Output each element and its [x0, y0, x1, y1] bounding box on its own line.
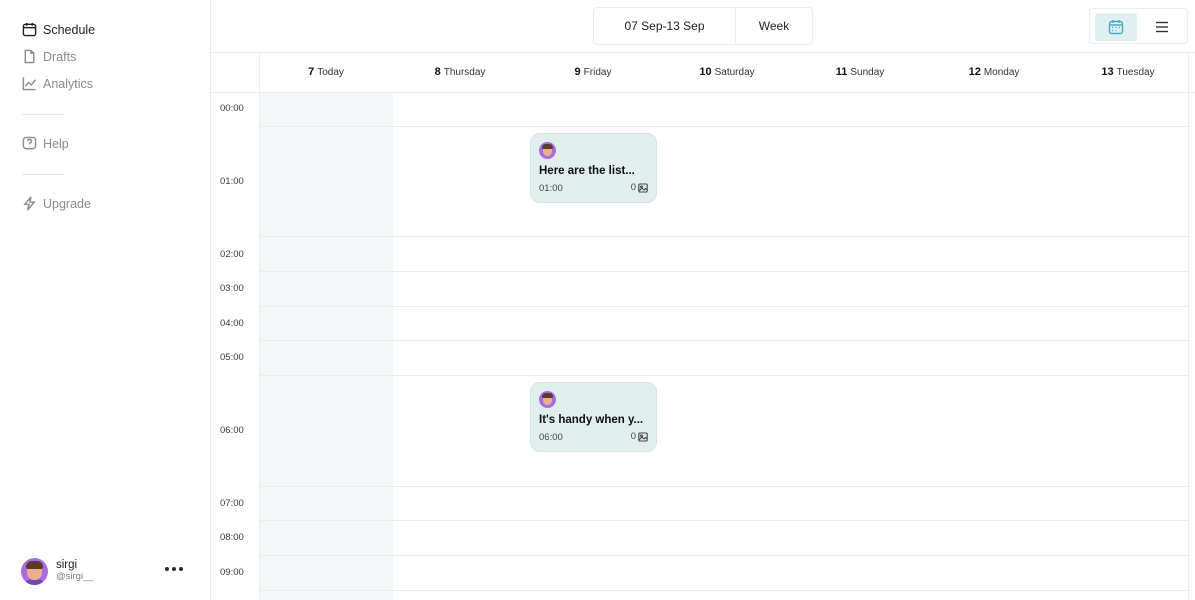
post-title: It's handy when y...: [539, 414, 644, 426]
hour-row-divider: [259, 555, 1188, 556]
image-icon: [638, 431, 648, 442]
sidebar-item-schedule[interactable]: Schedule: [22, 22, 95, 37]
menu-icon: [1156, 21, 1168, 33]
time-column-border: [259, 53, 260, 600]
line-chart-icon: [22, 77, 37, 91]
post-time: 06:00: [539, 432, 563, 443]
time-label: 04:00: [220, 318, 244, 329]
image-icon: [638, 182, 648, 193]
user-handle: @sirgi__: [56, 571, 94, 583]
hour-row-divider: [259, 236, 1188, 237]
time-label: 08:00: [220, 532, 244, 543]
lightning-icon: [23, 196, 36, 211]
view-toggle: [1089, 8, 1188, 44]
hour-row-divider: [259, 486, 1188, 487]
hour-row-divider: [259, 306, 1188, 307]
time-label: 05:00: [220, 352, 244, 363]
sidebar-item-drafts[interactable]: Drafts: [22, 49, 76, 64]
avatar: [539, 391, 556, 408]
sidebar-item-upgrade[interactable]: Upgrade: [22, 196, 91, 211]
view-mode-button[interactable]: Week: [736, 8, 812, 44]
media-count: 0: [631, 182, 648, 193]
sidebar-item-label: Upgrade: [43, 196, 91, 211]
avatar: [539, 142, 556, 159]
calendar-icon: [1108, 20, 1124, 35]
sidebar-item-help[interactable]: Help: [22, 136, 69, 151]
header-divider: [211, 52, 1195, 53]
time-label: 07:00: [220, 498, 244, 509]
time-label: 03:00: [220, 283, 244, 294]
media-count: 0: [631, 431, 648, 442]
hour-row-divider: [259, 520, 1188, 521]
post-time: 01:00: [539, 183, 563, 194]
avatar: [21, 557, 48, 585]
sidebar-item-analytics[interactable]: Analytics: [22, 76, 93, 91]
sidebar: Schedule Drafts Analytics Help Upgrade s…: [0, 0, 211, 600]
document-icon: [24, 49, 35, 64]
day-header-thursday: 8 Thursday: [434, 66, 486, 78]
time-label: 00:00: [220, 103, 244, 114]
list-view-button[interactable]: [1141, 13, 1183, 41]
time-label: 09:00: [220, 567, 244, 578]
time-label: 06:00: [220, 425, 244, 436]
day-header-saturday: 10 Saturday: [699, 66, 755, 78]
sidebar-item-label: Drafts: [43, 49, 77, 64]
date-range-selector: 07 Sep-13 Sep Week: [593, 7, 813, 45]
hour-row-divider: [259, 375, 1188, 376]
day-header-sunday: 11 Sunday: [835, 66, 885, 78]
time-label: 01:00: [220, 176, 244, 187]
more-options-icon[interactable]: [165, 567, 183, 571]
sidebar-item-label: Help: [43, 136, 69, 151]
date-range-button[interactable]: 07 Sep-13 Sep: [594, 8, 736, 44]
hour-row-divider: [259, 126, 1188, 127]
scheduled-post-card[interactable]: Here are the list... 01:00 0: [530, 133, 657, 203]
sidebar-item-label: Analytics: [43, 76, 94, 91]
time-label: 02:00: [220, 249, 244, 260]
day-header-divider: [211, 92, 1195, 93]
hour-row-divider: [259, 340, 1188, 341]
day-header-monday: 12 Monday: [968, 66, 1020, 78]
post-title: Here are the list...: [539, 165, 635, 177]
day-header-today: 7 Today: [308, 66, 344, 78]
day-header-tuesday: 13 Tuesday: [1101, 66, 1155, 78]
sidebar-item-label: Schedule: [43, 22, 96, 37]
day-header-friday: 9 Friday: [574, 66, 612, 78]
scheduled-post-card[interactable]: It's handy when y... 06:00 0: [530, 382, 657, 452]
sidebar-divider: [22, 174, 64, 175]
today-column: [259, 93, 393, 600]
sidebar-divider: [22, 114, 64, 115]
help-icon: [22, 136, 37, 150]
user-profile[interactable]: sirgi @sirgi__: [21, 556, 191, 586]
hour-row-divider: [259, 271, 1188, 272]
calendar-icon: [22, 22, 37, 37]
hour-row-divider: [259, 590, 1188, 591]
calendar-view-button[interactable]: [1095, 13, 1137, 41]
grid-right-border: [1188, 53, 1189, 600]
